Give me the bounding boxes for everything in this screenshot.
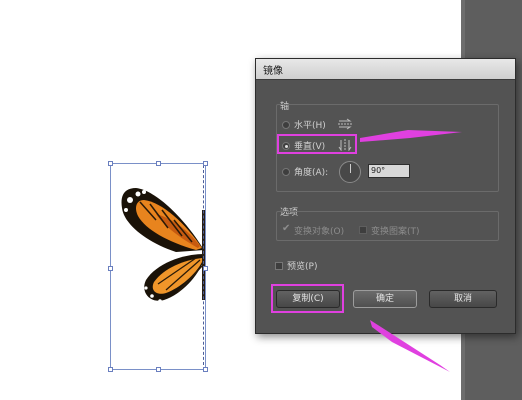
annotation-arrow — [360, 130, 462, 142]
annotation-arrows — [360, 130, 462, 372]
annotation-arrow — [370, 320, 450, 372]
